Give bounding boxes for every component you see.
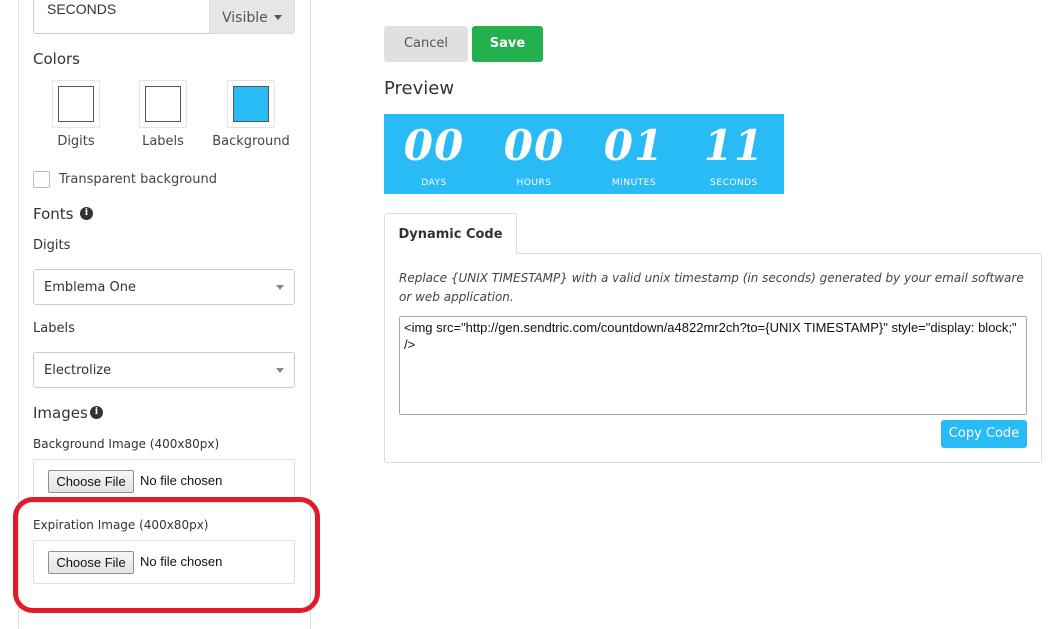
countdown-minutes: 01 MINUTES bbox=[584, 114, 684, 194]
tab-dynamic-code[interactable]: Dynamic Code bbox=[384, 213, 517, 254]
days-digits: 00 bbox=[403, 121, 465, 170]
seconds-label: SECONDS bbox=[710, 178, 758, 188]
seconds-digits: 11 bbox=[703, 121, 765, 170]
save-button[interactable]: Save bbox=[472, 26, 543, 62]
days-label: DAYS bbox=[421, 178, 447, 188]
labels-font-value: Electrolize bbox=[44, 362, 112, 378]
chevron-down-icon bbox=[274, 15, 282, 20]
seconds-label-input[interactable]: SECONDS bbox=[33, 0, 209, 34]
visibility-select[interactable]: Visible bbox=[209, 0, 295, 34]
digits-color-label: Digits bbox=[57, 134, 95, 149]
digits-color-swatch[interactable] bbox=[52, 80, 100, 128]
highlight-annotation bbox=[13, 497, 320, 613]
visibility-value: Visible bbox=[222, 9, 268, 26]
minutes-digits: 01 bbox=[603, 121, 665, 170]
digits-color-preview bbox=[58, 86, 94, 122]
background-color-preview bbox=[233, 86, 269, 122]
countdown-seconds: 11 SECONDS bbox=[684, 114, 784, 194]
info-icon[interactable]: i bbox=[80, 207, 93, 220]
chevron-down-icon bbox=[276, 284, 284, 290]
preview-title: Preview bbox=[384, 78, 455, 99]
hours-digits: 00 bbox=[503, 121, 565, 170]
labels-color-preview bbox=[145, 86, 181, 122]
code-instructions: Replace {UNIX TIMESTAMP} with a valid un… bbox=[399, 271, 1024, 304]
labels-font-label: Labels bbox=[33, 321, 75, 336]
background-choose-file-button[interactable]: Choose File bbox=[48, 470, 134, 493]
images-title: Images bbox=[33, 404, 88, 422]
labels-color-label: Labels bbox=[142, 134, 184, 149]
digits-font-label: Digits bbox=[33, 238, 71, 253]
minutes-label: MINUTES bbox=[611, 178, 657, 188]
label-input-group: SECONDS Visible bbox=[33, 0, 295, 34]
digits-font-value: Emblema One bbox=[44, 279, 136, 295]
digits-font-select[interactable]: Emblema One bbox=[33, 269, 295, 305]
countdown-days: 00 DAYS bbox=[384, 114, 484, 194]
copy-code-button[interactable]: Copy Code bbox=[941, 420, 1027, 448]
cancel-button[interactable]: Cancel bbox=[384, 26, 468, 62]
colors-title: Colors bbox=[33, 50, 80, 68]
chevron-down-icon bbox=[276, 367, 284, 373]
background-file-status: No file chosen bbox=[140, 473, 223, 488]
countdown-hours: 00 HOURS bbox=[484, 114, 584, 194]
labels-color-swatch[interactable] bbox=[139, 80, 187, 128]
fonts-title: Fonts bbox=[33, 205, 74, 223]
background-color-swatch[interactable] bbox=[227, 80, 275, 128]
transparent-background-label: Transparent background bbox=[59, 172, 217, 187]
info-icon[interactable]: i bbox=[90, 406, 103, 419]
countdown-preview: 00 DAYS 00 HOURS 01 MINUTES 11 SECONDS bbox=[384, 114, 784, 194]
labels-font-select[interactable]: Electrolize bbox=[33, 352, 295, 388]
code-snippet-textarea[interactable]: <img src="http://gen.sendtric.com/countd… bbox=[399, 316, 1027, 415]
background-color-label: Background bbox=[212, 134, 290, 149]
transparent-background-checkbox[interactable] bbox=[33, 171, 50, 188]
hours-label: HOURS bbox=[516, 178, 552, 188]
background-image-label: Background Image (400x80px) bbox=[33, 437, 220, 451]
